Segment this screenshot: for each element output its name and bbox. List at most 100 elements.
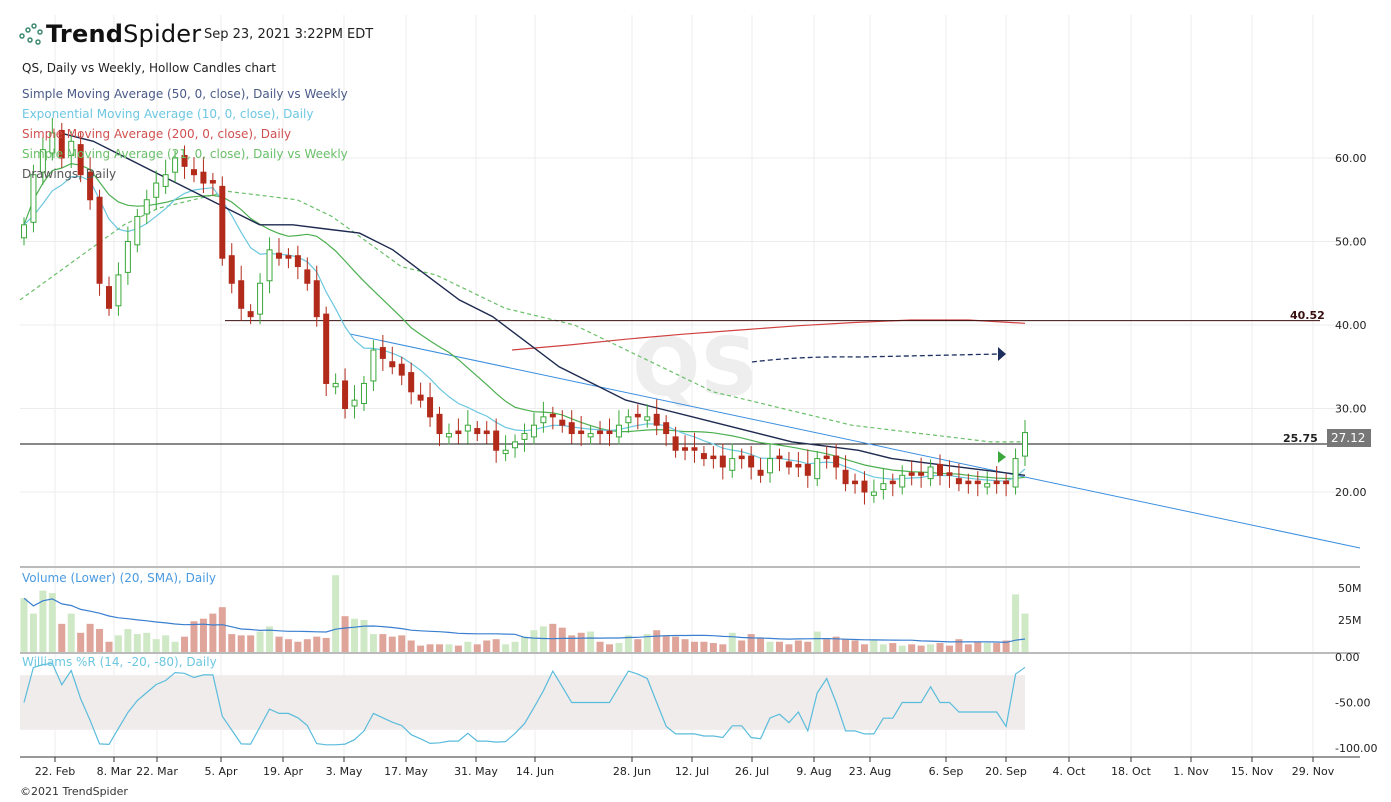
candle-body [719,455,726,468]
candle-body [946,472,953,476]
candle-body [984,483,991,488]
volume-bar [483,640,491,652]
candle-body [436,413,443,435]
candle-body [833,455,840,468]
volume-bar [105,641,113,652]
candle-body [521,433,528,440]
legend-sma21[interactable]: Simple Moving Average (21, 0, close), Da… [22,147,348,161]
volume-bar [379,634,387,652]
candle-body [587,433,594,438]
volume-bar [77,632,85,652]
candle-body [748,455,755,468]
x-tick-label: 6. Sep [929,765,964,778]
candle-body [370,349,377,382]
copyright: ©2021 TrendSpider [20,785,128,798]
volume-bar [313,636,321,652]
candle-body [540,416,547,424]
candle-body [597,430,604,435]
williams-band [20,675,1025,730]
volume-bar [1012,594,1020,652]
candle-body [672,436,679,451]
x-tick-label: 12. Jul [675,765,709,778]
volume-bar [303,639,311,652]
candle-body [559,419,566,426]
candle-body [124,241,131,273]
volume-bar [502,644,510,652]
legend-sma50[interactable]: Simple Moving Average (50, 0, close), Da… [22,87,348,101]
volume-bar [690,641,698,652]
candle-body [285,255,292,259]
last-price: 27.12 [1331,431,1365,445]
volume-bar [757,637,765,652]
x-tick-label: 14. Jun [516,765,554,778]
williams-legend[interactable]: Williams %R (14, -20, -80), Daily [22,655,217,669]
volume-bar [549,623,557,652]
signal-arrow-icon [998,451,1006,463]
volume-bar [237,635,245,652]
volume-bar [823,639,831,652]
candle-body [710,455,717,460]
volume-bar [700,641,708,652]
legend-drawings[interactable]: Drawings, Daily [22,167,116,181]
candle-body [757,469,764,476]
williams-tick-label: -100.00 [1335,742,1377,755]
volume-bar [889,643,897,652]
volume-sma-line [23,597,1026,644]
candle-body [304,269,311,284]
candle-body [965,480,972,485]
volume-bar [634,639,642,652]
candle-body [927,466,934,480]
candle-body [644,416,651,421]
volume-bar [605,644,613,652]
volume-bar [218,607,226,652]
candle-body [228,255,235,284]
candle-body [408,372,415,393]
projection-arrow-icon [998,347,1006,361]
candle-body [360,382,367,404]
candle-body [512,441,519,449]
legend-ema10[interactable]: Exponential Moving Average (10, 0, close… [22,107,313,121]
x-tick-label: 31. May [454,765,498,778]
volume-bar [955,639,963,652]
volume-bar [539,626,547,652]
volume-bar [728,632,736,652]
volume-bar [445,644,453,652]
candle-body [776,455,783,460]
candle-body [294,255,301,268]
candle-body [691,447,698,451]
candle-body [115,274,122,307]
volume-bar [785,644,793,652]
volume-bar [964,644,972,652]
level-label: 25.75 [1283,432,1318,445]
volume-bar [388,636,396,652]
candle-body [21,224,27,239]
candle-body [814,458,821,480]
y-tick-label: 40.00 [1335,319,1367,332]
candle-body [455,430,462,435]
candle-body [899,474,906,488]
volume-bar [851,640,859,652]
sma50-line [59,132,1026,476]
volume-bar [775,641,783,652]
candle-body [134,215,141,246]
candle-body [861,480,868,493]
candle-body [162,174,169,187]
volume-bar [190,621,198,652]
timestamp: Sep 23, 2021 3:22PM EDT [204,27,374,42]
legend-sma200[interactable]: Simple Moving Average (200, 0, close), D… [22,127,291,141]
volume-tick-label: 50M [1338,582,1362,595]
x-tick-label: 22. Mar [136,765,178,778]
candle-body [1003,480,1010,485]
candle-body [342,380,349,410]
volume-bar [804,641,812,652]
volume-bar [662,635,670,652]
candle-body [568,422,575,435]
volume-bar [114,635,122,652]
williams-tick-label: 0.00 [1335,651,1360,664]
volume-legend[interactable]: Volume (Lower) (20, SMA), Daily [22,571,216,585]
x-tick-label: 8. Mar [97,765,132,778]
y-tick-label: 30.00 [1335,403,1367,416]
candle-body [653,413,660,426]
volume-bar [454,645,462,652]
candle-body [955,478,962,485]
